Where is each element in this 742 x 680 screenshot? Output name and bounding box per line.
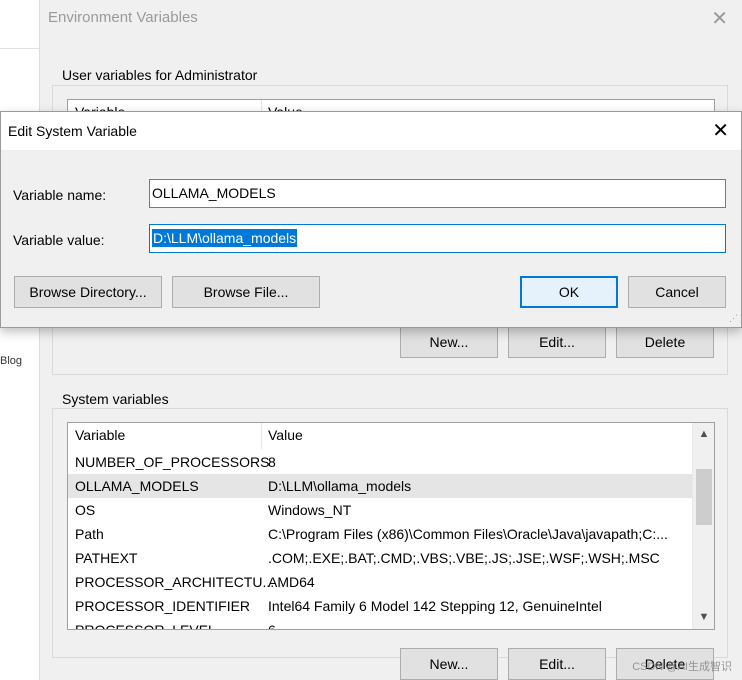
system-variables-list[interactable]: Variable Value NUMBER_OF_PROCESSORS 8 OL… bbox=[67, 422, 715, 630]
scroll-down-icon[interactable]: ▼ bbox=[693, 611, 714, 623]
environment-variables-window: Environment Variables ✕ User variables f… bbox=[40, 0, 742, 680]
system-new-button[interactable]: New... bbox=[400, 648, 498, 680]
background-blog-label: Blog bbox=[0, 355, 23, 367]
row-variable-name: NUMBER_OF_PROCESSORS bbox=[75, 454, 270, 470]
system-list-header: Variable Value bbox=[68, 423, 714, 449]
env-close-icon[interactable]: ✕ bbox=[711, 6, 728, 31]
row-variable-name: OLLAMA_MODELS bbox=[75, 478, 199, 494]
scroll-up-icon[interactable]: ▲ bbox=[693, 428, 714, 440]
watermark: CSDN @AI生成智识 bbox=[632, 661, 732, 673]
row-variable-name: PROCESSOR_LEVEL bbox=[75, 622, 216, 630]
dialog-close-icon[interactable]: ✕ bbox=[712, 118, 729, 143]
table-row[interactable]: Path C:\Program Files (x86)\Common Files… bbox=[68, 522, 692, 546]
cancel-button[interactable]: Cancel bbox=[628, 276, 726, 308]
table-row-selected[interactable]: OLLAMA_MODELS D:\LLM\ollama_models bbox=[68, 474, 692, 498]
user-new-button[interactable]: New... bbox=[400, 326, 498, 358]
table-row[interactable]: OS Windows_NT bbox=[68, 498, 692, 522]
browse-directory-button[interactable]: Browse Directory... bbox=[14, 276, 162, 308]
ok-button[interactable]: OK bbox=[520, 276, 618, 308]
system-col-value[interactable]: Value bbox=[268, 427, 303, 443]
row-variable-value: Windows_NT bbox=[268, 502, 352, 518]
edit-system-variable-dialog: Edit System Variable ✕ Variable name: OL… bbox=[0, 111, 742, 328]
dialog-titlebar[interactable]: Edit System Variable ✕ bbox=[1, 112, 741, 150]
resize-grip-icon[interactable]: ⋰ bbox=[729, 313, 738, 324]
row-variable-name: PROCESSOR_IDENTIFIER bbox=[75, 598, 251, 614]
selected-value-text: D:\LLM\ollama_models bbox=[152, 229, 298, 247]
row-variable-name: PROCESSOR_ARCHITECTU... bbox=[75, 574, 275, 590]
variable-value-label: Variable value: bbox=[13, 232, 105, 248]
row-variable-value: AMD64 bbox=[268, 574, 315, 590]
background-window: Blog bbox=[0, 0, 40, 680]
user-variables-label: User variables for Administrator bbox=[58, 67, 262, 83]
row-variable-name: OS bbox=[75, 502, 96, 518]
table-row[interactable]: PROCESSOR_IDENTIFIER Intel64 Family 6 Mo… bbox=[68, 594, 692, 618]
table-row[interactable]: PATHEXT .COM;.EXE;.BAT;.CMD;.VBS;.VBE;.J… bbox=[68, 546, 692, 570]
row-variable-value: Intel64 Family 6 Model 142 Stepping 12, … bbox=[268, 598, 602, 614]
row-variable-value: D:\LLM\ollama_models bbox=[268, 478, 412, 494]
system-edit-button[interactable]: Edit... bbox=[508, 648, 606, 680]
background-divider bbox=[0, 48, 40, 49]
table-row[interactable]: PROCESSOR_ARCHITECTU... AMD64 bbox=[68, 570, 692, 594]
system-variables-label: System variables bbox=[58, 391, 173, 407]
user-delete-button[interactable]: Delete bbox=[616, 326, 714, 358]
table-row[interactable]: NUMBER_OF_PROCESSORS 8 bbox=[68, 450, 692, 474]
row-variable-name: PATHEXT bbox=[75, 550, 138, 566]
user-edit-button[interactable]: Edit... bbox=[508, 326, 606, 358]
row-variable-value: 8 bbox=[268, 454, 276, 470]
system-col-variable[interactable]: Variable bbox=[75, 427, 125, 443]
row-variable-name: Path bbox=[75, 526, 104, 542]
browse-file-button[interactable]: Browse File... bbox=[172, 276, 320, 308]
row-variable-value: .COM;.EXE;.BAT;.CMD;.VBS;.VBE;.JS;.JSE;.… bbox=[268, 550, 660, 566]
variable-name-input[interactable]: OLLAMA_MODELS bbox=[149, 179, 726, 208]
system-list-scrollbar[interactable]: ▲ ▼ bbox=[692, 423, 714, 629]
variable-value-input[interactable]: D:\LLM\ollama_models bbox=[149, 224, 726, 253]
dialog-title: Edit System Variable bbox=[8, 123, 137, 139]
row-variable-value: C:\Program Files (x86)\Common Files\Orac… bbox=[268, 526, 668, 542]
variable-name-label: Variable name: bbox=[13, 187, 107, 203]
scrollbar-thumb[interactable] bbox=[696, 469, 712, 525]
row-variable-value: 6 bbox=[268, 622, 276, 630]
table-row[interactable]: PROCESSOR_LEVEL 6 bbox=[68, 618, 692, 630]
env-window-title: Environment Variables bbox=[48, 9, 198, 26]
